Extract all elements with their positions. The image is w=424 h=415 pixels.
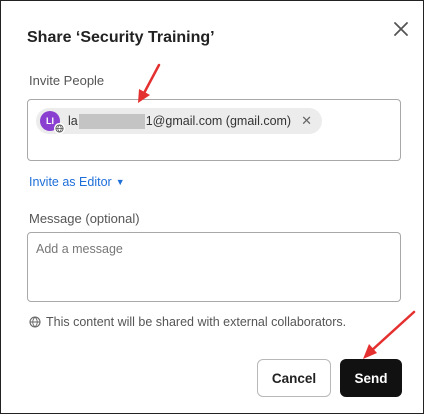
annotation-arrows [138,63,416,359]
caret-down-icon: ▼ [115,177,125,187]
invite-role-dropdown[interactable]: Invite as Editor ▼ [29,175,125,189]
external-globe-icon [54,123,65,134]
invitee-chip[interactable]: LI la 1@gmail.com (gmail.com) ✕ [36,108,322,134]
redacted-block [78,113,145,129]
message-input[interactable] [27,232,401,302]
dialog-title: Share ‘Security Training’ [27,29,215,46]
remove-invitee-icon[interactable]: ✕ [301,113,312,129]
annotation-arrowhead-send [363,344,377,359]
invite-role-label: Invite as Editor [29,175,112,189]
invite-people-field[interactable]: LI la 1@gmail.com (gmail.com) ✕ [27,99,401,161]
globe-icon [29,316,41,328]
annotation-arrow-email [141,63,161,97]
annotation-arrow-send [369,310,416,353]
message-label: Message (optional) [29,211,140,226]
send-button[interactable]: Send [340,359,402,397]
share-dialog: Share ‘Security Training’ Invite People … [0,0,424,414]
cancel-button[interactable]: Cancel [257,359,331,397]
external-notice: This content will be shared with externa… [29,315,346,329]
invitee-email-prefix: la [68,114,78,128]
avatar: LI [40,111,65,134]
invite-people-label: Invite People [29,73,105,88]
invitee-email: 1@gmail.com (gmail.com) [145,114,292,128]
close-icon[interactable] [389,17,413,41]
external-notice-text: This content will be shared with externa… [46,315,347,329]
